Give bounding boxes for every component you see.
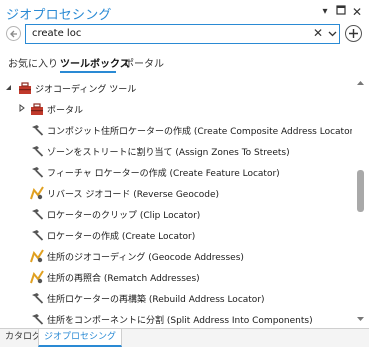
vertical-scrollbar[interactable] xyxy=(352,78,369,328)
geocode-icon xyxy=(30,270,44,284)
expanded-triangle-icon[interactable] xyxy=(5,84,12,91)
tab-portal[interactable]: ポータル xyxy=(124,55,164,70)
tool-label: コンポジット住所ロケーターの作成 (Create Composite Addre… xyxy=(47,127,352,137)
clear-search-icon[interactable]: ✕ xyxy=(313,26,323,40)
tree-node-label: ジオコーディング ツール xyxy=(35,85,137,95)
pane-title-bar: ジオプロセシング ▾ ✕ xyxy=(0,0,369,24)
add-button[interactable] xyxy=(345,25,362,42)
scroll-down-icon[interactable] xyxy=(356,316,365,322)
hammer-icon xyxy=(32,314,44,325)
tool-label: ロケーターの作成 (Create Locator) xyxy=(47,232,196,242)
hammer-icon xyxy=(32,167,44,178)
tool-item[interactable]: 住所のジオコーディング (Geocode Addresses) xyxy=(0,246,352,267)
chevron-down-icon[interactable] xyxy=(328,31,337,37)
hammer-icon xyxy=(32,125,44,136)
tool-label: ロケーターのクリップ (Clip Locator) xyxy=(47,211,201,221)
hammer-icon xyxy=(32,293,44,304)
active-tab-indicator xyxy=(60,71,116,73)
hammer-icon xyxy=(32,209,44,220)
toolbox-icon xyxy=(19,82,31,94)
tool-item[interactable]: 住所の再照合 (Rematch Addresses) xyxy=(0,267,352,288)
tool-item[interactable]: ロケーターのクリップ (Clip Locator) xyxy=(0,204,352,225)
back-button[interactable] xyxy=(6,26,21,41)
tree-node-portal-folder[interactable]: ポータル xyxy=(0,99,352,120)
tab-favorites[interactable]: お気に入り xyxy=(8,55,58,70)
search-input-value: create loc xyxy=(32,28,82,39)
tool-label: 住所の再照合 (Rematch Addresses) xyxy=(47,274,200,284)
scroll-up-icon[interactable] xyxy=(356,80,365,86)
tree-node-geocoding-toolbox[interactable]: ジオコーディング ツール xyxy=(0,78,352,99)
geocode-icon xyxy=(30,249,44,263)
toolbox-tree: ジオコーディング ツール ポータル コンポジット住所ロケーターの作成 (Crea… xyxy=(0,78,352,328)
tool-item[interactable]: コンポジット住所ロケーターの作成 (Create Composite Addre… xyxy=(0,120,352,141)
options-chevron-icon[interactable]: ▾ xyxy=(318,5,332,19)
tool-item[interactable]: 住所ロケーターの再構築 (Rebuild Address Locator) xyxy=(0,288,352,309)
tool-label: ゾーンをストリートに割り当て (Assign Zones To Streets) xyxy=(47,148,290,158)
tool-label: 住所ロケーターの再構築 (Rebuild Address Locator) xyxy=(47,295,265,305)
hammer-icon xyxy=(32,146,44,157)
tool-label: フィーチャ ロケーターの作成 (Create Feature Locator) xyxy=(47,169,280,179)
arrow-left-icon xyxy=(10,30,17,38)
bottom-tab-strip: カタログ ジオプロセシング xyxy=(0,328,369,347)
restore-window-icon[interactable] xyxy=(334,5,348,19)
tool-item[interactable]: リバース ジオコード (Reverse Geocode) xyxy=(0,183,352,204)
collapsed-triangle-icon[interactable] xyxy=(19,104,25,112)
tool-item[interactable]: ゾーンをストリートに割り当て (Assign Zones To Streets) xyxy=(0,141,352,162)
search-input[interactable]: create loc ✕ xyxy=(25,24,340,44)
tab-strip: お気に入り ツールボックス ポータル xyxy=(0,52,369,72)
tab-toolboxes[interactable]: ツールボックス xyxy=(60,55,130,70)
pane-title: ジオプロセシング xyxy=(6,8,112,23)
tree-node-label: ポータル xyxy=(47,106,84,116)
close-icon[interactable]: ✕ xyxy=(350,5,364,19)
tool-item[interactable]: フィーチャ ロケーターの作成 (Create Feature Locator) xyxy=(0,162,352,183)
tool-item[interactable]: 住所をコンポーネントに分割 (Split Address Into Compon… xyxy=(0,309,352,328)
toolbox-icon xyxy=(31,103,43,115)
search-row: create loc ✕ xyxy=(0,24,369,46)
geocode-icon xyxy=(30,186,44,200)
plus-icon xyxy=(349,29,358,38)
tab-geoprocessing[interactable]: ジオプロセシング xyxy=(38,329,123,347)
tool-item[interactable]: ロケーターの作成 (Create Locator) xyxy=(0,225,352,246)
scroll-thumb[interactable] xyxy=(357,170,364,212)
hammer-icon xyxy=(32,230,44,241)
tool-label: リバース ジオコード (Reverse Geocode) xyxy=(47,190,220,200)
tool-label: 住所をコンポーネントに分割 (Split Address Into Compon… xyxy=(47,316,313,326)
tool-label: 住所のジオコーディング (Geocode Addresses) xyxy=(47,253,244,263)
